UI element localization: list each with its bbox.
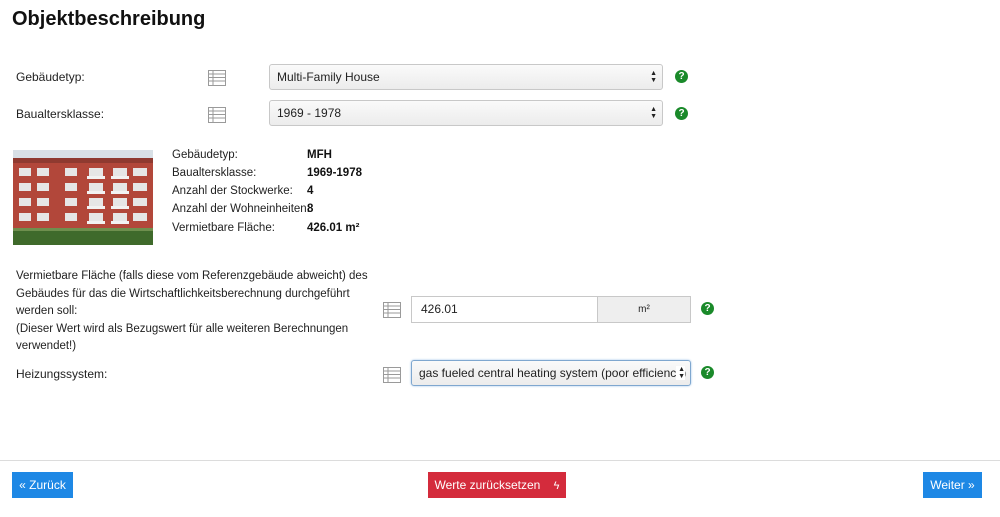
area-input[interactable]: 426.01 (411, 296, 597, 323)
reset-button[interactable]: Werte zurücksetzen ϟ (428, 472, 566, 498)
summary-value: 8 (307, 203, 314, 215)
summary-key: Baualtersklasse: (172, 167, 257, 179)
help-icon[interactable]: ? (701, 366, 714, 379)
page-title: Objektbeschreibung (12, 8, 206, 30)
chevron-updown-icon: ▲ ▼ (650, 106, 657, 120)
heating-value: gas fueled central heating system (poor … (419, 366, 687, 380)
summary-value: MFH (307, 149, 332, 161)
area-input-group: 426.01 m² (411, 296, 691, 323)
table-icon (383, 367, 401, 383)
heating-select[interactable]: gas fueled central heating system (poor … (411, 360, 691, 386)
lightning-icon: ϟ (553, 480, 560, 492)
building-type-label: Gebäudetyp: (16, 70, 85, 84)
age-class-value: 1969 - 1978 (277, 106, 342, 120)
table-icon (208, 70, 226, 86)
area-description: Vermietbare Fläche (falls diese vom Refe… (16, 270, 368, 352)
summary-value: 426.01 m² (307, 222, 360, 234)
back-button[interactable]: « Zurück (12, 472, 73, 498)
chevron-updown-icon: ▲ ▼ (650, 70, 657, 84)
age-class-label: Baualtersklasse: (16, 107, 105, 121)
help-icon[interactable]: ? (675, 107, 688, 120)
heating-label: Heizungssystem: (16, 367, 108, 381)
footer-divider (0, 460, 1000, 461)
chevron-updown-icon: ▲ ▼ (676, 366, 685, 380)
summary-value: 4 (307, 185, 314, 197)
building-type-select[interactable]: Multi-Family House ▲ ▼ (269, 64, 663, 90)
table-icon (383, 302, 401, 318)
next-button[interactable]: Weiter » (923, 472, 982, 498)
summary-value: 1969-1978 (307, 167, 362, 179)
summary-key: Anzahl der Stockwerke: (172, 185, 293, 197)
table-icon (208, 107, 226, 123)
summary-key: Vermietbare Fläche: (172, 222, 275, 234)
summary-key: Anzahl der Wohneinheiten: (172, 203, 310, 215)
help-icon[interactable]: ? (675, 70, 688, 83)
area-unit: m² (597, 296, 691, 323)
summary-key: Gebäudetyp: (172, 149, 238, 161)
building-type-value: Multi-Family House (277, 70, 380, 84)
help-icon[interactable]: ? (701, 302, 714, 315)
building-photo (13, 150, 153, 245)
reset-button-label: Werte zurücksetzen (434, 478, 541, 492)
age-class-select[interactable]: 1969 - 1978 ▲ ▼ (269, 100, 663, 126)
